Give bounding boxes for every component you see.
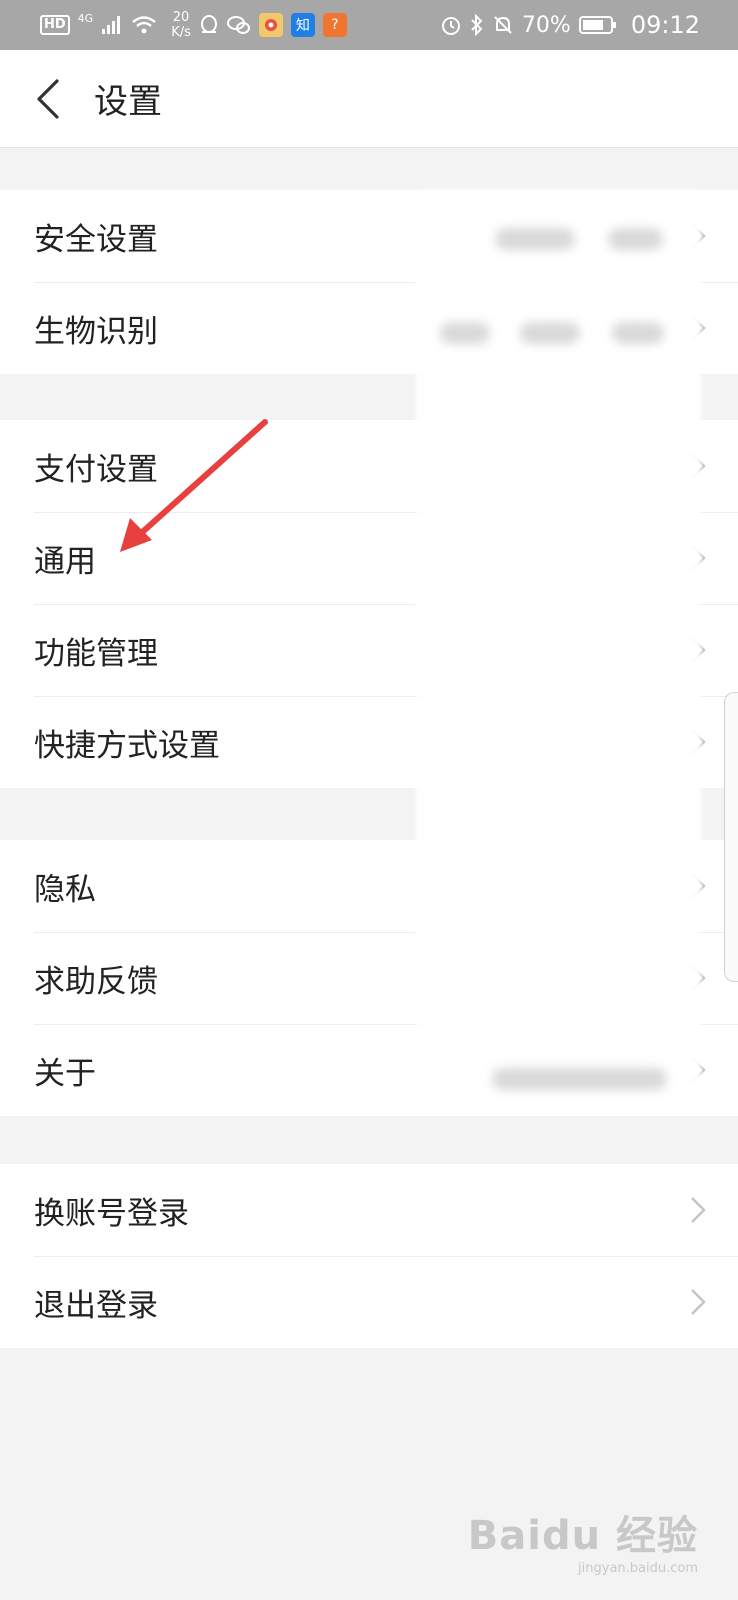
wifi-icon (132, 16, 156, 34)
settings-item-label: 生物识别 (34, 313, 158, 350)
settings-item-label: 支付设置 (34, 451, 158, 488)
blurred-value (440, 322, 490, 344)
blurred-value (608, 228, 663, 250)
back-button[interactable] (8, 50, 88, 148)
mute-bell-icon (494, 16, 512, 34)
settings-item-label: 退出登录 (34, 1287, 158, 1324)
side-edge-handle[interactable] (724, 692, 738, 982)
chevron-left-icon (37, 78, 59, 119)
settings-item-label: 安全设置 (34, 221, 158, 258)
nav-header: 设置 (0, 50, 738, 148)
watermark-main: Baidu 经验 (467, 1513, 698, 1559)
qq-icon (200, 15, 217, 33)
hd-badge: HD (40, 15, 70, 35)
settings-item-label: 通用 (34, 543, 96, 580)
net-speed: 20 K/s (171, 10, 191, 40)
watermark-logo: Baidu 经验 jingyan.baidu.com (468, 1503, 698, 1576)
alarm-icon (441, 17, 460, 35)
settings-item-label: 关于 (34, 1055, 96, 1092)
settings-item-label: 功能管理 (34, 635, 158, 672)
settings-item-logout[interactable]: 退出登录 (0, 1256, 738, 1348)
net-speed-value: 20 (172, 10, 190, 25)
bluetooth-icon (471, 14, 483, 36)
settings-group-account: 换账号登录 退出登录 (0, 1164, 738, 1348)
status-bar-left: HD 4G 20 K/s 知 ? (40, 10, 347, 40)
watermark-sub: jingyan.baidu.com (578, 1561, 698, 1576)
settings-item-switch-account[interactable]: 换账号登录 (0, 1164, 738, 1256)
chevron-right-icon (691, 1197, 706, 1223)
blurred-value (492, 1068, 667, 1090)
settings-item-label: 快捷方式设置 (34, 727, 220, 764)
zhihu-app-icon: 知 (290, 13, 315, 37)
settings-item-label: 求助反馈 (34, 963, 158, 1000)
page-title: 设置 (94, 82, 162, 122)
battery-icon (578, 16, 616, 34)
battery-percent: 70% (521, 12, 571, 38)
status-bar: HD 4G 20 K/s 知 ? 70% 09:12 (0, 0, 738, 50)
settings-item-label: 换账号登录 (34, 1195, 189, 1232)
blurred-value (612, 322, 664, 344)
settings-item-label: 隐私 (34, 871, 96, 908)
network-type: 4G (77, 11, 94, 25)
settings-screen: HD 4G 20 K/s 知 ? 70% 09:12 设置 安全设置 生物识别 … (0, 0, 738, 1600)
question-app-icon: ? (322, 13, 347, 37)
blurred-value (520, 322, 580, 344)
wechat-icon (226, 16, 250, 34)
signal-icon (102, 16, 121, 34)
clock: 09:12 (630, 11, 700, 39)
status-bar-right: 70% 09:12 (440, 11, 700, 39)
news-app-icon (258, 13, 283, 37)
chevron-right-icon (691, 1289, 706, 1315)
net-speed-unit: K/s (171, 25, 191, 40)
blurred-value (495, 228, 575, 250)
